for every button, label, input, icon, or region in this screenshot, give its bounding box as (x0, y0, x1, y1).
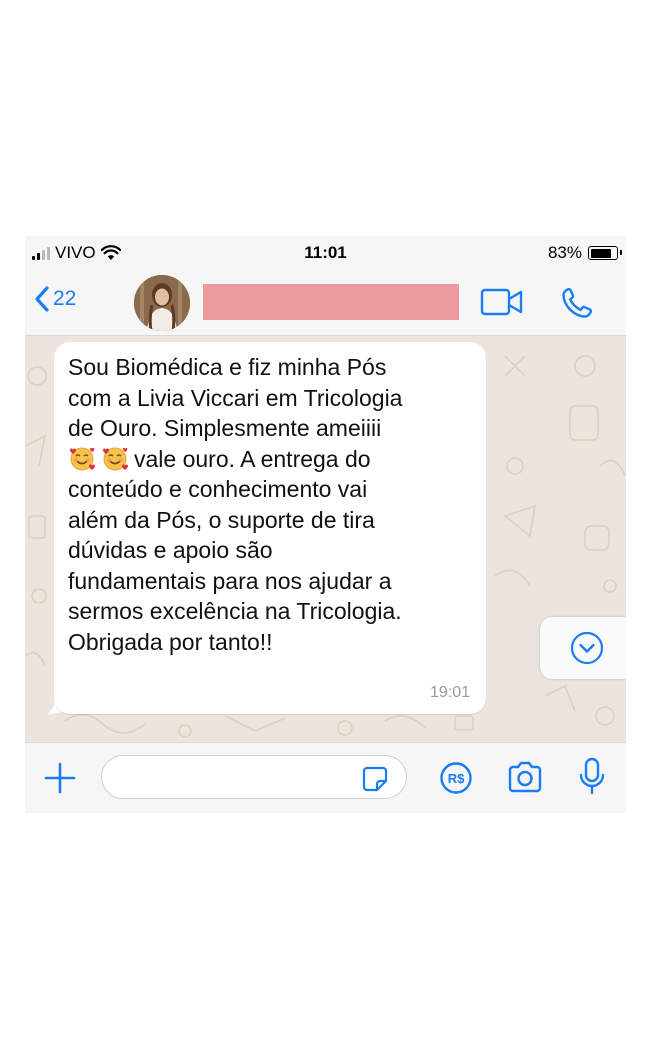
phone-screen: VIVO 11:01 83% 22 Sou Biomédica e fiz mi… (25, 236, 626, 813)
message-line: Sou Biomédica e fiz minha Pós (68, 354, 387, 380)
sticker-icon[interactable] (361, 765, 389, 793)
incoming-message-bubble[interactable]: Sou Biomédica e fiz minha Pós com a Livi… (54, 342, 486, 714)
message-line: Obrigada por tanto!! (68, 628, 273, 655)
payment-button[interactable]: R$ (439, 761, 473, 800)
battery-info: 83% (547, 243, 622, 263)
message-line: vale ouro. A entrega do (134, 445, 371, 472)
unread-count: 22 (53, 287, 77, 310)
plus-icon[interactable] (43, 761, 77, 795)
phone-icon[interactable] (559, 285, 595, 321)
message-line: sermos excelência na Tricologia. (68, 598, 402, 624)
scroll-to-bottom-button[interactable] (540, 617, 626, 679)
payment-label: R$ (448, 771, 465, 786)
chevron-left-icon (35, 286, 49, 312)
message-text: Sou Biomédica e fiz minha Pós com a Livi… (68, 352, 468, 657)
message-line: fundamentais para nos ajudar a (68, 567, 392, 594)
payment-icon: R$ (440, 762, 472, 794)
microphone-icon[interactable] (577, 756, 607, 798)
message-line: de Ouro. Simplesmente ameiiii (68, 415, 382, 441)
camera-icon[interactable] (506, 760, 544, 794)
battery-icon (588, 246, 622, 260)
chevron-down-circle-icon (570, 631, 604, 665)
video-call-icon[interactable] (480, 287, 524, 317)
message-line: além da Pós, o suporte de tira (68, 506, 375, 533)
chat-header: 22 (25, 272, 626, 336)
chat-area[interactable]: Sou Biomédica e fiz minha Pós com a Livi… (25, 336, 626, 742)
message-line: conteúdo e conhecimento vai (68, 476, 368, 502)
message-line: com a Livia Viccari em Tricologia (68, 384, 403, 411)
clock: 11:01 (304, 243, 347, 262)
avatar-image (134, 275, 190, 331)
input-bar: R$ (25, 742, 626, 813)
contact-name-redacted[interactable] (203, 284, 459, 320)
battery-percent: 83% (547, 243, 582, 262)
avatar[interactable] (134, 275, 190, 331)
smiling-face-with-hearts-icon (103, 447, 128, 470)
message-line: dúvidas e apoio são (68, 537, 273, 563)
smiling-face-with-hearts-icon (70, 447, 95, 470)
status-bar: VIVO 11:01 83% (25, 236, 626, 272)
message-timestamp: 19:01 (429, 684, 470, 701)
back-button[interactable]: 22 (35, 286, 76, 312)
